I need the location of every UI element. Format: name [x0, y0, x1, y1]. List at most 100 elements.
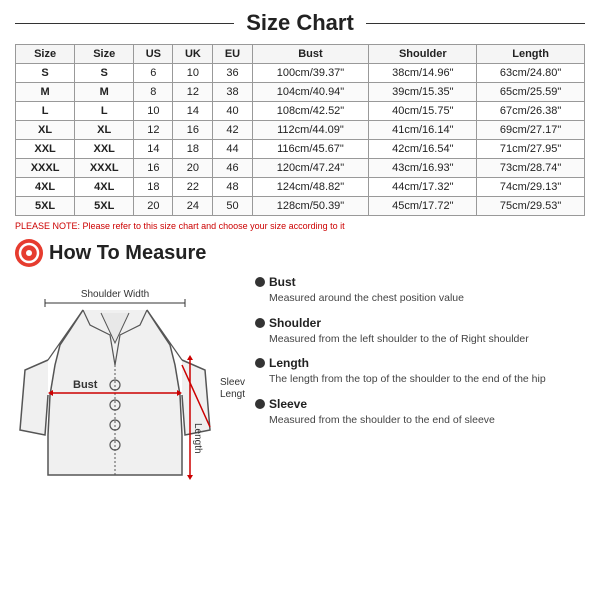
svg-text:Bust: Bust	[73, 379, 98, 391]
measure-item-desc: Measured from the shoulder to the end of…	[255, 413, 585, 428]
table-cell: 42	[213, 121, 252, 140]
title-row: Size Chart	[15, 10, 585, 36]
note-text: PLEASE NOTE: Please refer to this size c…	[15, 221, 585, 231]
table-cell: 22	[173, 178, 213, 197]
svg-text:Sleeve: Sleeve	[220, 377, 245, 388]
bullet-icon	[255, 399, 265, 409]
table-cell: 50	[213, 197, 252, 216]
table-cell: 39cm/15.35"	[369, 83, 477, 102]
table-cell: 36	[213, 64, 252, 83]
table-cell: XL	[75, 121, 134, 140]
measure-item-title: Bust	[255, 275, 585, 289]
table-header: Length	[477, 45, 585, 64]
table-cell: 48	[213, 178, 252, 197]
table-cell: XXL	[75, 140, 134, 159]
table-row: SS61036100cm/39.37"38cm/14.96"63cm/24.80…	[16, 64, 585, 83]
table-cell: XXL	[16, 140, 75, 159]
table-cell: 16	[173, 121, 213, 140]
table-cell: 41cm/16.14"	[369, 121, 477, 140]
table-cell: 67cm/26.38"	[477, 102, 585, 121]
bottom-section: Shoulder Width	[15, 275, 585, 495]
table-cell: 10	[173, 64, 213, 83]
measure-item-name: Shoulder	[269, 316, 321, 330]
table-cell: 100cm/39.37"	[252, 64, 369, 83]
measure-item-desc: The length from the top of the shoulder …	[255, 372, 585, 387]
how-to-measure-header: How To Measure	[15, 239, 585, 267]
table-cell: 40cm/15.75"	[369, 102, 477, 121]
table-cell: 124cm/48.82"	[252, 178, 369, 197]
table-cell: S	[16, 64, 75, 83]
table-cell: 20	[134, 197, 173, 216]
table-header: EU	[213, 45, 252, 64]
table-cell: 18	[134, 178, 173, 197]
table-cell: 44	[213, 140, 252, 159]
table-cell: 73cm/28.74"	[477, 159, 585, 178]
table-cell: 63cm/24.80"	[477, 64, 585, 83]
table-cell: 128cm/50.39"	[252, 197, 369, 216]
table-cell: 43cm/16.93"	[369, 159, 477, 178]
table-cell: L	[75, 102, 134, 121]
svg-text:Shoulder Width: Shoulder Width	[81, 289, 149, 300]
measure-item: Shoulder Measured from the left shoulder …	[255, 316, 585, 347]
title-line-right	[366, 23, 585, 24]
size-table: SizeSizeUSUKEUBustShoulderLength SS61036…	[15, 44, 585, 216]
table-header: Size	[75, 45, 134, 64]
measure-item: Length The length from the top of the sho…	[255, 356, 585, 387]
table-row: 5XL5XL202450128cm/50.39"45cm/17.72"75cm/…	[16, 197, 585, 216]
table-cell: 12	[173, 83, 213, 102]
table-header: Bust	[252, 45, 369, 64]
table-cell: 71cm/27.95"	[477, 140, 585, 159]
table-row: MM81238104cm/40.94"39cm/15.35"65cm/25.59…	[16, 83, 585, 102]
svg-text:Length: Length	[220, 389, 245, 400]
measure-item-title: Sleeve	[255, 397, 585, 411]
table-cell: 38cm/14.96"	[369, 64, 477, 83]
table-header: Size	[16, 45, 75, 64]
measure-item-name: Length	[269, 356, 309, 370]
table-row: XXLXXL141844116cm/45.67"42cm/16.54"71cm/…	[16, 140, 585, 159]
table-cell: 108cm/42.52"	[252, 102, 369, 121]
table-cell: 75cm/29.53"	[477, 197, 585, 216]
table-cell: XL	[16, 121, 75, 140]
table-cell: 20	[173, 159, 213, 178]
table-cell: 44cm/17.32"	[369, 178, 477, 197]
table-cell: 18	[173, 140, 213, 159]
table-cell: 104cm/40.94"	[252, 83, 369, 102]
table-cell: 24	[173, 197, 213, 216]
table-cell: 6	[134, 64, 173, 83]
measure-title: How To Measure	[49, 242, 206, 265]
table-header: US	[134, 45, 173, 64]
svg-text:Length: Length	[192, 423, 203, 454]
table-cell: M	[16, 83, 75, 102]
measure-item: Bust Measured around the chest position v…	[255, 275, 585, 306]
bullet-icon	[255, 277, 265, 287]
table-cell: 12	[134, 121, 173, 140]
table-cell: 116cm/45.67"	[252, 140, 369, 159]
table-cell: 14	[134, 140, 173, 159]
table-cell: 4XL	[16, 178, 75, 197]
bullet-icon	[255, 358, 265, 368]
table-cell: 8	[134, 83, 173, 102]
table-header: UK	[173, 45, 213, 64]
table-cell: 5XL	[75, 197, 134, 216]
table-cell: XXXL	[16, 159, 75, 178]
table-cell: L	[16, 102, 75, 121]
measure-item-name: Bust	[269, 275, 296, 289]
table-cell: 74cm/29.13"	[477, 178, 585, 197]
measure-item: Sleeve Measured from the shoulder to the …	[255, 397, 585, 428]
table-cell: 120cm/47.24"	[252, 159, 369, 178]
table-header: Shoulder	[369, 45, 477, 64]
table-cell: 45cm/17.72"	[369, 197, 477, 216]
measure-item-desc: Measured around the chest position value	[255, 291, 585, 306]
table-cell: 40	[213, 102, 252, 121]
table-row: LL101440108cm/42.52"40cm/15.75"67cm/26.3…	[16, 102, 585, 121]
table-cell: 16	[134, 159, 173, 178]
table-cell: M	[75, 83, 134, 102]
measurements-list: Bust Measured around the chest position v…	[255, 275, 585, 438]
table-cell: 69cm/27.17"	[477, 121, 585, 140]
measure-item-name: Sleeve	[269, 397, 307, 411]
table-cell: 38	[213, 83, 252, 102]
measure-icon	[15, 239, 43, 267]
measure-item-desc: Measured from the left shoulder to the o…	[255, 332, 585, 347]
table-row: XXXLXXXL162046120cm/47.24"43cm/16.93"73c…	[16, 159, 585, 178]
table-cell: 4XL	[75, 178, 134, 197]
